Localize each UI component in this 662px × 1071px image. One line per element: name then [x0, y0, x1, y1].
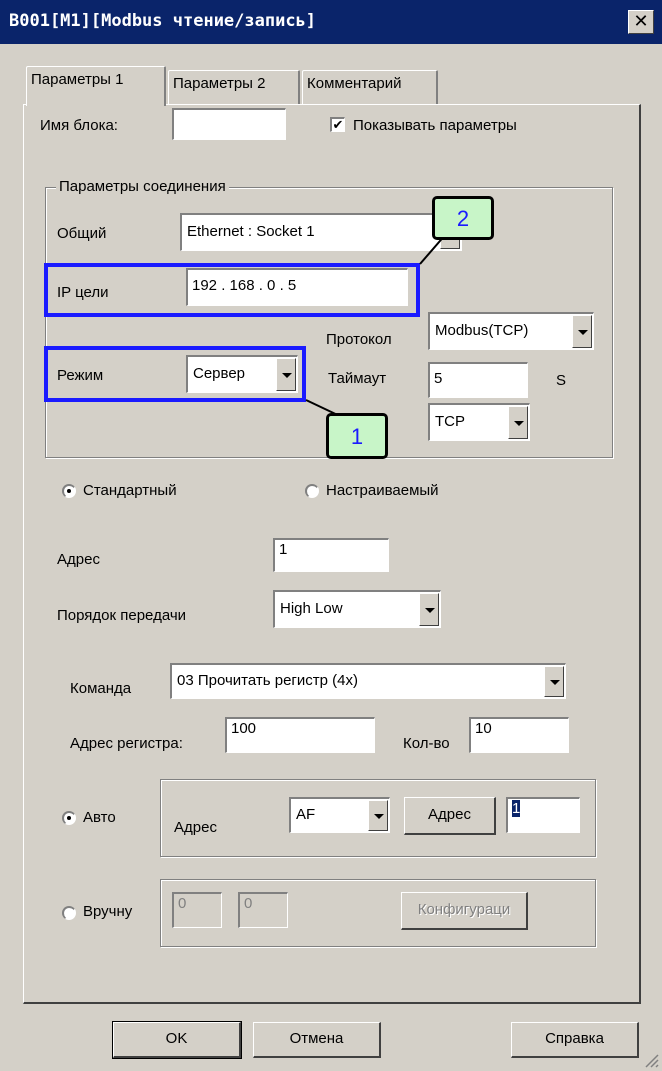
standard-radio[interactable] [62, 484, 76, 498]
chevron-down-icon[interactable] [544, 666, 564, 697]
auto-address-input[interactable]: 1 [506, 797, 580, 833]
cancel-button[interactable]: Отмена [253, 1022, 381, 1058]
auto-label: Авто [83, 809, 116, 826]
address-input[interactable]: 1 [273, 538, 389, 572]
chevron-down-icon[interactable] [368, 800, 388, 831]
callout-2: 2 [432, 196, 494, 240]
tab-label: Параметры 1 [31, 71, 124, 88]
count-label: Кол-во [403, 735, 450, 752]
byte-order-select[interactable]: High Low [273, 590, 441, 628]
auto-address-type-value: AF [296, 806, 316, 823]
auto-address-value: 1 [512, 800, 521, 817]
manual-label: Вручну [83, 903, 133, 920]
command-value: 03 Прочитать регистр (4x) [177, 672, 358, 689]
auto-radio[interactable] [62, 811, 76, 825]
configure-button[interactable]: Конфигураци [401, 892, 528, 930]
auto-address-label: Адрес [174, 819, 217, 836]
byte-order-label: Порядок передачи [57, 607, 187, 624]
chevron-down-icon[interactable] [419, 593, 439, 626]
byte-order-value: High Low [280, 600, 343, 617]
custom-label: Настраиваемый [326, 482, 439, 499]
address-label: Адрес [57, 551, 100, 568]
manual-group [160, 879, 596, 947]
callout-1: 1 [326, 413, 388, 459]
resize-grip-icon[interactable] [642, 1051, 660, 1069]
manual-radio[interactable] [62, 906, 76, 920]
help-button[interactable]: Справка [511, 1022, 639, 1058]
manual-value2-input[interactable]: 0 [238, 892, 288, 928]
command-select[interactable]: 03 Прочитать регистр (4x) [170, 663, 566, 699]
tab-parameters-1[interactable]: Параметры 1 [26, 66, 166, 106]
auto-address-type-select[interactable]: AF [289, 797, 390, 833]
custom-radio[interactable] [305, 484, 319, 498]
manual-value1-input[interactable]: 0 [172, 892, 222, 928]
register-address-label: Адрес регистра: [70, 735, 183, 752]
ok-button[interactable]: OK [112, 1021, 242, 1059]
register-address-input[interactable]: 100 [225, 717, 375, 753]
count-input[interactable]: 10 [469, 717, 569, 753]
command-label: Команда [70, 680, 132, 697]
standard-label: Стандартный [83, 482, 177, 499]
auto-address-button[interactable]: Адрес [404, 797, 496, 835]
